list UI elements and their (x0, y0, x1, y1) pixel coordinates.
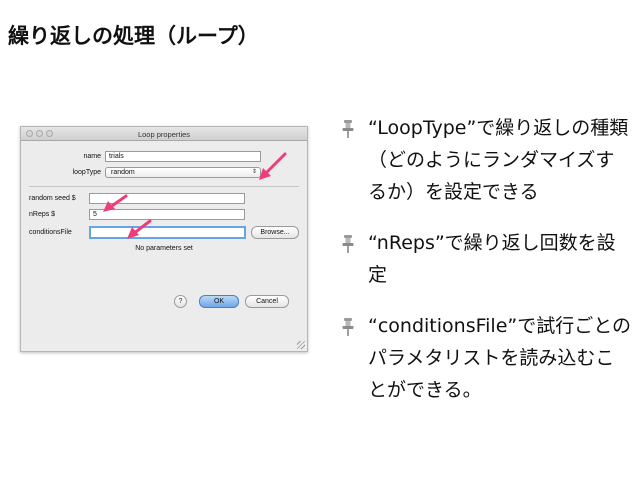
help-button[interactable]: ? (174, 295, 187, 308)
bullet-list: “LoopType”で繰り返しの種類（どのようにランダマイズするか）を設定できる… (340, 112, 632, 425)
pushpin-icon (342, 235, 354, 253)
list-item: “LoopType”で繰り返しの種類（どのようにランダマイズするか）を設定できる (340, 112, 632, 208)
bullet-text: “conditionsFile”で試行ごとのパラメタリストを読み込むことができる… (368, 315, 632, 401)
n-reps-label: nReps $ (29, 211, 56, 218)
loop-type-label: loopType (72, 169, 101, 176)
bullet-text: “nReps”で繰り返し回数を設定 (368, 232, 616, 286)
no-parameters-text: No parameters set (135, 245, 193, 252)
conditions-file-label: conditionsFile (29, 229, 72, 236)
name-input[interactable]: trials (105, 151, 261, 162)
pushpin-icon (342, 120, 354, 138)
name-label: name (83, 153, 101, 160)
list-item: “nReps”で繰り返し回数を設定 (340, 227, 632, 291)
loop-type-select[interactable]: random ⇕ (105, 167, 261, 178)
ok-button[interactable]: OK (199, 295, 239, 308)
pink-arrow-icon (103, 194, 128, 212)
list-item: “conditionsFile”で試行ごとのパラメタリストを読み込むことができる… (340, 310, 632, 406)
browse-button[interactable]: Browse... (251, 226, 299, 239)
pink-arrow-icon (127, 219, 152, 239)
dialog-title: Loop properties (137, 130, 191, 139)
pink-arrow-icon (259, 152, 287, 180)
pushpin-icon (342, 318, 354, 336)
conditions-file-input[interactable] (89, 226, 246, 239)
resize-grip-icon[interactable] (297, 341, 305, 349)
slide-title: 繰り返しの処理（ループ） (8, 24, 259, 48)
random-seed-label: random seed $ (29, 195, 76, 202)
bullet-text: “LoopType”で繰り返しの種類（どのようにランダマイズするか）を設定できる (368, 117, 629, 203)
dialog-titlebar: Loop properties (21, 127, 307, 141)
loop-type-value: random (111, 169, 135, 176)
separator (29, 186, 299, 187)
cancel-button[interactable]: Cancel (245, 295, 289, 308)
